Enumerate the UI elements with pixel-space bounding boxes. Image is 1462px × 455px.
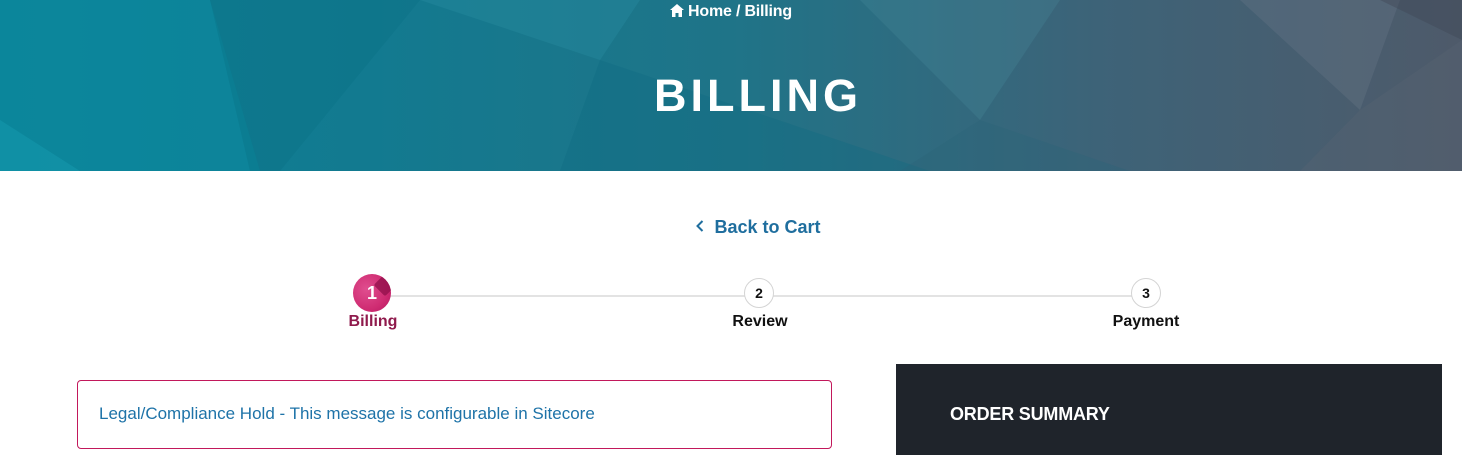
order-summary-title: ORDER SUMMARY [950,404,1110,424]
step-3-label[interactable]: Payment [1066,313,1226,331]
compliance-hold-alert: Legal/Compliance Hold - This message is … [77,380,832,449]
step-1-indicator[interactable]: 1 [353,274,391,312]
step-3-number: 3 [1142,285,1150,301]
step-2-indicator[interactable]: 2 [744,278,774,308]
alert-message: Legal/Compliance Hold - This message is … [99,404,595,423]
step-3-indicator[interactable]: 3 [1131,278,1161,308]
order-summary-panel: ORDER SUMMARY [896,364,1442,455]
step-2-number: 2 [755,285,763,301]
checkout-stepper: 1 Billing 2 Review 3 Payment [0,0,1462,340]
step-1-label[interactable]: Billing [293,313,453,331]
step-2-label[interactable]: Review [680,313,840,331]
step-1-number: 1 [366,282,377,303]
